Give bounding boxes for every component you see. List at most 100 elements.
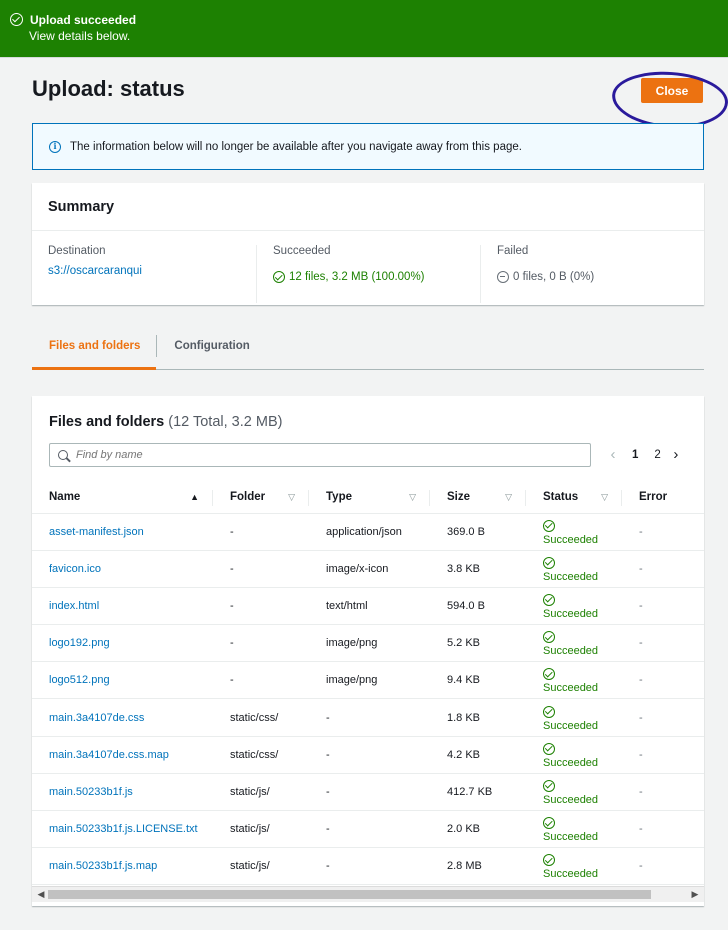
status-label: Succeeded (543, 756, 599, 769)
success-check-icon (273, 271, 285, 283)
status-label: Succeeded (543, 682, 599, 695)
column-header-status-label: Status (543, 491, 579, 504)
error-cell: - (622, 736, 704, 774)
status-label: Succeeded (543, 793, 599, 806)
file-name-link[interactable]: main.3a4107de.css.map (32, 736, 213, 774)
type-cell: application/json (309, 513, 430, 551)
file-name-link[interactable]: index.html (32, 587, 213, 626)
success-check-icon (543, 854, 555, 867)
success-check-icon (543, 742, 555, 755)
column-header-type-label: Type (326, 491, 352, 504)
folder-cell: - (213, 661, 309, 700)
succeeded-value: 12 files, 3.2 MB (100.00%) (289, 271, 425, 283)
succeeded-column: Succeeded 12 files, 3.2 MB (100.00%) (256, 245, 480, 303)
destination-link[interactable]: s3://oscarcaranqui (48, 265, 256, 277)
size-cell: 5.2 KB (430, 624, 526, 663)
status-cell: Succeeded (526, 773, 622, 812)
error-cell: - (622, 513, 704, 551)
file-name-link[interactable]: favicon.ico (32, 550, 213, 588)
size-cell: 412.7 KB (430, 773, 526, 812)
info-alert: i The information below will no longer b… (32, 123, 704, 170)
sort-icon[interactable]: ▽ (601, 492, 608, 503)
folder-cell: static/css/ (213, 736, 309, 774)
destination-label: Destination (48, 245, 106, 257)
flash-title: Upload succeeded (30, 13, 137, 27)
success-check-icon (543, 817, 555, 830)
size-cell: 1.8 KB (430, 698, 526, 737)
file-name-link[interactable]: main.3a4107de.css (32, 698, 213, 737)
folder-cell: static/js/ (213, 773, 309, 812)
search-box (49, 443, 591, 467)
success-check-icon (543, 779, 555, 792)
scroll-left-icon[interactable]: ◀ (35, 888, 47, 901)
info-icon: i (49, 140, 61, 153)
error-cell: - (622, 550, 704, 588)
search-input[interactable] (76, 449, 576, 461)
file-name-link[interactable]: asset-manifest.json (32, 513, 213, 551)
type-cell: - (309, 810, 430, 849)
tab-configuration[interactable]: Configuration (157, 330, 265, 370)
status-cell: Succeeded (526, 698, 622, 737)
files-count: (12 Total, 3.2 MB) (168, 414, 283, 430)
type-cell: - (309, 736, 430, 774)
search-icon (58, 450, 68, 460)
table-row: main.3a4107de.css.map static/css/-4.2 KB S… (32, 736, 704, 774)
folder-cell: - (213, 587, 309, 626)
type-cell: - (309, 773, 430, 812)
column-header-status[interactable]: Status ▽ (526, 482, 622, 514)
file-name-link[interactable]: logo192.png (32, 624, 213, 663)
column-header-size-label: Size (447, 491, 471, 504)
table-row: index.html - text/html 594.0 B Succeeded - (32, 587, 704, 626)
column-header-error-label: Error (639, 491, 668, 504)
chevron-left-icon[interactable]: ‹ (606, 446, 620, 463)
type-cell: text/html (309, 587, 430, 626)
failed-label: Failed (497, 245, 529, 257)
column-header-name[interactable]: Name ▲ (32, 482, 213, 514)
success-check-icon (10, 13, 23, 26)
table-row: main.50233b1f.js static/js/-412.7 KB Succe… (32, 773, 704, 812)
sort-icon[interactable]: ▽ (288, 492, 295, 503)
chevron-right-icon[interactable]: › (669, 446, 683, 463)
column-header-size[interactable]: Size ▽ (430, 482, 526, 514)
page-title: Upload: status (32, 76, 185, 101)
flash-subtitle: View details below. (29, 29, 131, 43)
column-header-name-label: Name (49, 491, 81, 504)
type-cell: image/x-icon (309, 550, 430, 588)
status-cell: Succeeded (526, 810, 622, 849)
column-header-error: Error (622, 482, 704, 514)
file-name-link[interactable]: logo512.png (32, 661, 213, 700)
succeeded-label: Succeeded (273, 245, 331, 257)
status-label: Succeeded (543, 719, 599, 732)
tab-files-and-folders[interactable]: Files and folders (32, 330, 157, 370)
table-row: asset-manifest.json - application/json 369.… (32, 513, 704, 551)
info-text: The information below will no longer be … (70, 140, 522, 153)
error-cell: - (622, 661, 704, 700)
destination-column: Destination s3://oscarcaranqui (32, 245, 256, 303)
file-name-link[interactable]: main.50233b1f.js.map (32, 847, 213, 886)
horizontal-scrollbar[interactable]: ◀ ▶ (32, 886, 704, 902)
scroll-right-icon[interactable]: ▶ (689, 888, 701, 901)
scrollbar-thumb[interactable] (48, 890, 651, 899)
sort-icon[interactable]: ▽ (505, 492, 512, 503)
folder-cell: - (213, 550, 309, 588)
status-label: Succeeded (543, 868, 599, 881)
folder-cell: static/css/ (213, 698, 309, 737)
column-header-type[interactable]: Type ▽ (309, 482, 430, 514)
status-cell: Succeeded (526, 624, 622, 663)
page-1-button[interactable]: 1 (632, 449, 638, 461)
table-row: main.3a4107de.css static/css/-1.8 KB Succe… (32, 698, 704, 737)
status-label: Succeeded (543, 533, 599, 546)
sort-ascending-icon[interactable]: ▲ (190, 492, 199, 502)
status-cell: Succeeded (526, 736, 622, 774)
success-flash-banner: Upload succeeded View details below. (0, 0, 728, 58)
files-panel: Files and folders (12 Total, 3.2 MB) ‹ 1… (32, 396, 704, 906)
file-name-link[interactable]: main.50233b1f.js.LICENSE.txt (32, 810, 213, 849)
error-cell: - (622, 587, 704, 626)
sort-icon[interactable]: ▽ (409, 492, 416, 503)
status-cell: Succeeded (526, 661, 622, 700)
column-header-folder[interactable]: Folder ▽ (213, 482, 309, 514)
size-cell: 4.2 KB (430, 736, 526, 774)
type-cell: image/png (309, 624, 430, 663)
file-name-link[interactable]: main.50233b1f.js (32, 773, 213, 812)
page-2-button[interactable]: 2 (654, 449, 660, 461)
